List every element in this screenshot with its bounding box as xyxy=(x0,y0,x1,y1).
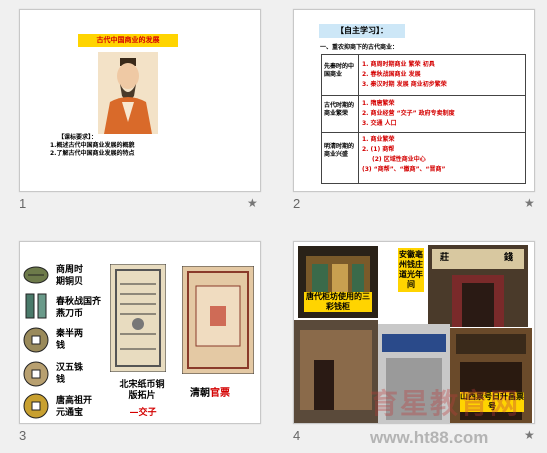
row-line: 3. 秦汉时期 发展 商业初步繁荣 xyxy=(362,81,447,88)
goal-item: 1.概述古代中国商业发展的概貌 xyxy=(50,142,135,149)
sign-text: 錢 xyxy=(504,253,514,263)
row-line: 1. 商业繁荣 xyxy=(362,136,395,143)
banknote-image xyxy=(182,266,254,374)
photo-caption: 安徽亳州钱庄道光年间 xyxy=(398,248,424,292)
row-line: (3) “商帮”、“徽商”、“晋商” xyxy=(362,166,446,173)
banknote-print-image xyxy=(110,264,166,372)
row-label: 古代时期的商业繁荣 xyxy=(324,102,355,117)
row-line: 1. 商周时期商业 繁荣 初具 xyxy=(362,61,435,68)
slide-thumbnail-2[interactable]: 【自主学习】： 一、重农抑商下的古代商业： 先秦时的中国商业 1. 商周时期商业… xyxy=(293,9,535,192)
star-icon[interactable]: ★ xyxy=(524,428,535,442)
section-header: 【自主学习】： xyxy=(319,24,405,38)
row-line: 2. (1) 商帮 xyxy=(362,146,395,153)
row-line: 1. 隋唐繁荣 xyxy=(362,100,395,107)
row-line: 3. 交通 人口 xyxy=(362,120,397,127)
slide-number: 4 xyxy=(293,428,301,443)
coin-label: 秦半两钱 xyxy=(56,329,84,351)
coin-label: 春秋战国齐燕刀币 xyxy=(56,297,102,319)
square-hole-coin-icon xyxy=(23,361,49,387)
slide-title: 古代中国商业的发展 xyxy=(78,34,178,47)
goals-title: 【课标要求】： xyxy=(58,134,98,141)
slide-thumbnail-1[interactable]: 古代中国商业的发展 【课标要求】： 1.概述古代中国商业发展的概貌 2.了解古代… xyxy=(19,9,261,192)
gold-coin-icon xyxy=(23,393,49,419)
coin-label: 唐高祖开元通宝 xyxy=(56,396,93,418)
star-icon[interactable]: ★ xyxy=(247,196,258,210)
watermark-text: 育星教育网 xyxy=(370,387,521,420)
note-caption-text: 清朝 xyxy=(190,388,210,399)
row-label: 明清时期的商业兴盛 xyxy=(324,143,355,158)
note-caption: 清朝官票 xyxy=(190,384,230,399)
coin-label: 汉五铢钱 xyxy=(56,363,84,385)
goal-item: 2.了解古代中国商业发展的特点 xyxy=(50,150,135,157)
note-caption-red: 官票 xyxy=(210,388,230,399)
row-line: 2. 春秋战国商业 发展 xyxy=(362,71,421,78)
section-subheader: 一、重农抑商下的古代商业： xyxy=(320,44,399,51)
content-table: 先秦时的中国商业 1. 商周时期商业 繁荣 初具 2. 春秋战国商业 发展 3.… xyxy=(321,54,526,184)
note-caption: 北宋纸币铜版拓片 xyxy=(119,380,165,401)
portrait-image xyxy=(98,52,158,134)
slide-number: 1 xyxy=(19,196,27,211)
slide-number: 2 xyxy=(293,196,301,211)
photo-caption: 唐代柜坊使用的三彩钱柜 xyxy=(304,292,372,312)
row-line: 2. 商业经营 “交子” 政府专卖制度 xyxy=(362,110,455,117)
slide-number: 3 xyxy=(19,428,27,443)
row-line: (2) 区域性商业中心 xyxy=(372,156,426,163)
note-caption-red: —交子 xyxy=(129,408,157,418)
row-label: 先秦时的中国商业 xyxy=(324,63,355,78)
round-coin-icon xyxy=(23,327,49,353)
knife-coin-icon xyxy=(25,293,47,319)
watermark-url: www.ht88.com xyxy=(370,428,489,447)
slide-thumbnail-3[interactable]: 商周时期铜贝 春秋战国齐燕刀币 秦半两钱 汉五铢钱 唐高祖开元通宝 北宋纸币铜版… xyxy=(19,241,261,424)
shell-coin-icon xyxy=(23,266,49,284)
coin-label: 商周时期铜贝 xyxy=(56,265,84,287)
star-icon[interactable]: ★ xyxy=(524,196,535,210)
street-photo xyxy=(294,320,378,423)
sign-text: 莊 xyxy=(440,253,450,263)
